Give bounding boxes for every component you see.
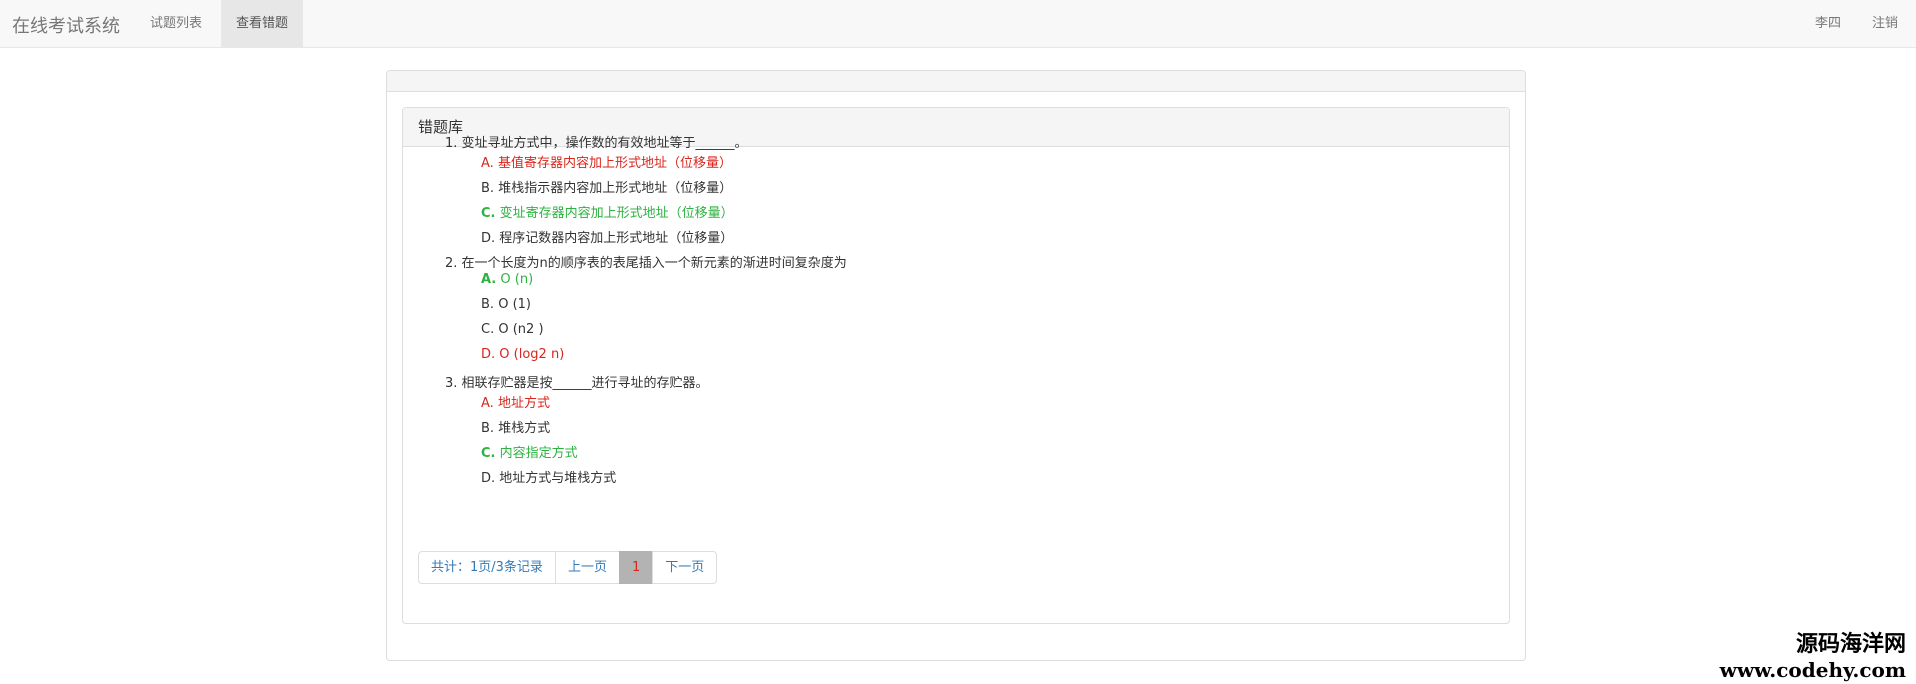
outer-panel: 错题库 1. 变址寻址方式中，操作数的有效地址等于______。 A. 基值寄存器… <box>386 70 1526 661</box>
watermark-url: www.codehy.com <box>1719 658 1906 682</box>
option-letter: C. <box>481 446 496 461</box>
watermark-title: 源码海洋网 <box>1795 632 1906 657</box>
option-text: 地址方式与堆栈方式 <box>499 471 617 486</box>
current-page-button[interactable]: 1 <box>618 551 654 584</box>
option-text: 堆栈方式 <box>498 421 551 436</box>
option-letter: D. <box>481 471 496 486</box>
option-text: 基值寄存器内容加上形式地址（位移量） <box>497 156 732 171</box>
answer-option: C. O (n2 ) <box>481 322 544 337</box>
option-text: O (log2 n) <box>499 347 565 362</box>
answer-option: B. 堆栈方式 <box>481 417 550 436</box>
option-letter: B. <box>481 181 495 196</box>
option-letter: C. <box>481 322 495 337</box>
logout-link[interactable]: 注销 <box>1857 0 1913 47</box>
answer-option: B. 堆栈指示器内容加上形式地址（位移量） <box>481 177 732 196</box>
answer-option: C. 内容指定方式 <box>481 442 578 461</box>
nav-view-wrong-questions[interactable]: 查看错题 <box>221 0 304 47</box>
option-text: 程序记数器内容加上形式地址（位移量） <box>499 231 734 246</box>
option-letter: A. <box>481 396 494 411</box>
answer-option: A. 基值寄存器内容加上形式地址（位移量） <box>481 152 732 171</box>
nav-question-list[interactable]: 试题列表 <box>135 0 217 47</box>
question-text: 3. 相联存贮器是按______进行寻址的存贮器。 <box>445 376 709 391</box>
option-text: O (n2 ) <box>498 322 544 337</box>
next-page-button[interactable]: 下一页 <box>652 551 718 584</box>
option-letter: A. <box>481 272 497 287</box>
option-letter: A. <box>481 156 494 171</box>
prev-page-button[interactable]: 上一页 <box>554 551 620 584</box>
option-text: O (1) <box>498 297 531 312</box>
question-text: 2. 在一个长度为n的顺序表的表尾插入一个新元素的渐进时间复杂度为 <box>445 256 847 271</box>
outer-panel-heading <box>387 71 1525 92</box>
option-text: 内容指定方式 <box>499 446 578 461</box>
option-text: 堆栈指示器内容加上形式地址（位移量） <box>498 181 733 196</box>
user-name-link[interactable]: 李四 <box>1800 0 1856 47</box>
answer-option: A. O (n) <box>481 272 533 287</box>
option-letter: B. <box>481 421 495 436</box>
pagination: 共计：1页/3条记录 上一页 1 下一页 <box>418 551 718 584</box>
answer-option: A. 地址方式 <box>481 392 550 411</box>
answer-option: C. 变址寄存器内容加上形式地址（位移量） <box>481 202 734 221</box>
answer-option: B. O (1) <box>481 297 531 312</box>
answer-option: D. 程序记数器内容加上形式地址（位移量） <box>481 227 733 246</box>
top-navbar: 在线考试系统 试题列表 查看错题 李四 注销 <box>0 0 1916 48</box>
answer-option: D. 地址方式与堆栈方式 <box>481 467 616 486</box>
option-letter: D. <box>481 347 496 362</box>
app-brand[interactable]: 在线考试系统 <box>12 12 120 38</box>
question-text: 1. 变址寻址方式中，操作数的有效地址等于______。 <box>445 136 748 151</box>
option-text: 地址方式 <box>497 396 550 411</box>
option-letter: B. <box>481 297 495 312</box>
wrong-question-panel: 错题库 1. 变址寻址方式中，操作数的有效地址等于______。 A. 基值寄存器… <box>402 107 1510 624</box>
option-letter: C. <box>481 206 496 221</box>
pagination-summary: 共计：1页/3条记录 <box>418 551 556 584</box>
site-watermark: 源码海洋网 www.codehy.com <box>1720 632 1906 682</box>
option-text: O (n) <box>500 272 534 287</box>
answer-option: D. O (log2 n) <box>481 347 564 362</box>
option-text: 变址寄存器内容加上形式地址（位移量） <box>499 206 734 221</box>
option-letter: D. <box>481 231 496 246</box>
